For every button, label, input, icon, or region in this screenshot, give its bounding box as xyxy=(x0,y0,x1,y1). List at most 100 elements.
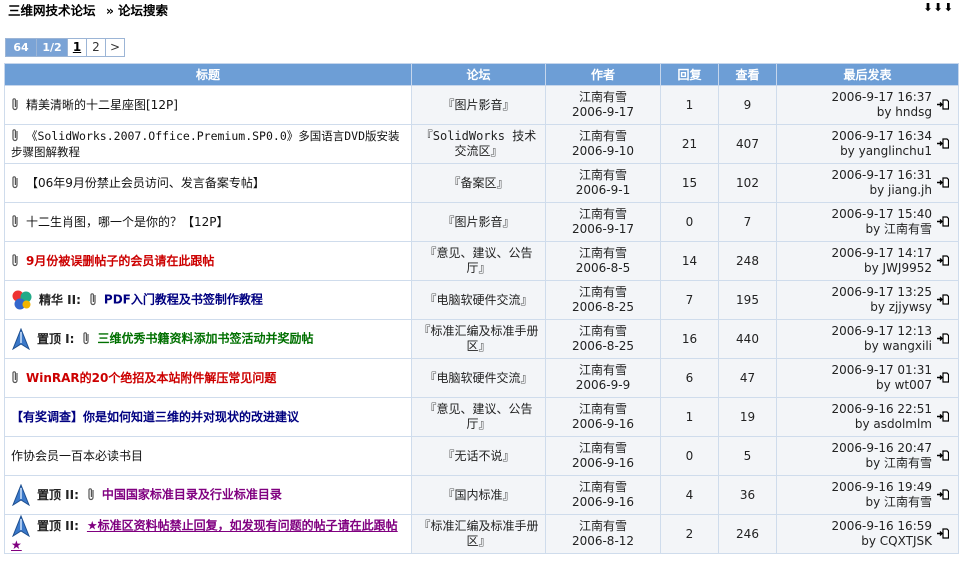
forum-link[interactable]: 『SolidWorks 技术交流区』 xyxy=(411,124,546,164)
page-link-2[interactable]: 2 xyxy=(86,38,106,57)
forum-link[interactable]: 『无话不说』 xyxy=(411,436,546,476)
thread-title-link[interactable]: 9月份被误删帖子的会员请在此跟帖 xyxy=(26,254,214,268)
view-count: 407 xyxy=(718,124,777,164)
forum-link[interactable]: 『标准汇编及标准手册区』 xyxy=(411,319,546,359)
last-post-time[interactable]: 2006-9-17 13:25 xyxy=(781,285,933,300)
author-link[interactable]: 江南有雪 xyxy=(550,285,656,300)
go-last-post-icon[interactable] xyxy=(937,255,949,266)
last-post-user[interactable]: by asdolmlm xyxy=(781,417,932,432)
post-date: 2006-9-16 xyxy=(571,456,635,470)
author-link[interactable]: 江南有雪 xyxy=(550,90,656,105)
post-date: 2006-8-25 xyxy=(571,339,635,353)
thread-title-link[interactable]: 中国国家标准目录及行业标准目录 xyxy=(102,488,282,502)
last-post-user[interactable]: by zjjywsy xyxy=(781,300,932,315)
last-post-time[interactable]: 2006-9-17 16:37 xyxy=(781,90,933,105)
last-post-time[interactable]: 2006-9-16 19:49 xyxy=(781,480,933,495)
reply-count: 0 xyxy=(660,436,719,476)
go-last-post-icon[interactable] xyxy=(937,411,949,422)
last-post-user[interactable]: by JWJ9952 xyxy=(781,261,932,276)
jump-to-bottom-icon[interactable]: ⬇⬇⬇ xyxy=(923,1,954,14)
go-last-post-icon[interactable] xyxy=(937,177,949,188)
cell-last-post: 2006-9-17 14:17 by JWJ9952 xyxy=(776,241,959,281)
forum-link[interactable]: 『备案区』 xyxy=(411,163,546,203)
last-post-user[interactable]: by wt007 xyxy=(781,378,932,393)
forum-link[interactable]: 『电脑软硬件交流』 xyxy=(411,358,546,398)
last-post-user[interactable]: by hndsg xyxy=(781,105,932,120)
last-post-user[interactable]: by CQXTJSK xyxy=(781,534,932,549)
table-row: 置顶 I: 三维优秀书籍资料添加书签活动并奖励帖 『标准汇编及标准手册区』 江南有… xyxy=(4,319,959,359)
author-link[interactable]: 江南有雪 xyxy=(550,441,656,456)
thread-title-link[interactable]: 精美清晰的十二星座图[12P] xyxy=(26,98,178,112)
last-post-user[interactable]: by yanglinchu1 xyxy=(781,144,932,159)
last-post-user[interactable]: by 江南有雪 xyxy=(781,222,932,237)
last-post-time[interactable]: 2006-9-17 01:31 xyxy=(781,363,933,378)
last-post-time[interactable]: 2006-9-17 12:13 xyxy=(781,324,933,339)
cell-author: 江南有雪 2006-9-16 xyxy=(545,397,661,437)
author-link[interactable]: 江南有雪 xyxy=(550,129,656,144)
last-post-user[interactable]: by wangxili xyxy=(781,339,932,354)
cell-last-post: 2006-9-16 19:49 by 江南有雪 xyxy=(776,475,959,515)
forum-link[interactable]: 『国内标准』 xyxy=(411,475,546,515)
author-link[interactable]: 江南有雪 xyxy=(550,519,656,534)
paperclip-icon xyxy=(88,487,94,500)
last-post-time[interactable]: 2006-9-16 16:59 xyxy=(781,519,933,534)
go-last-post-icon[interactable] xyxy=(937,99,949,110)
page-next-button[interactable]: > xyxy=(105,38,125,57)
view-count: 9 xyxy=(718,85,777,125)
page-indicator: 1/2 xyxy=(36,38,68,57)
cell-author: 江南有雪 2006-9-10 xyxy=(545,124,661,164)
last-post-time[interactable]: 2006-9-17 16:34 xyxy=(781,129,933,144)
cell-last-post: 2006-9-17 16:34 by yanglinchu1 xyxy=(776,124,959,164)
go-last-post-icon[interactable] xyxy=(937,333,949,344)
thread-title-link[interactable]: PDF入门教程及书签制作教程 xyxy=(104,293,263,307)
author-link[interactable]: 江南有雪 xyxy=(550,480,656,495)
go-last-post-icon[interactable] xyxy=(937,450,949,461)
thread-title-link[interactable]: 【06年9月份禁止会员访问、发言备案专帖】 xyxy=(26,176,265,190)
breadcrumb-forum-link[interactable]: 三维网技术论坛 xyxy=(8,3,96,18)
last-post-time[interactable]: 2006-9-16 22:51 xyxy=(781,402,933,417)
go-last-post-icon[interactable] xyxy=(937,489,949,500)
cell-last-post: 2006-9-17 13:25 by zjjywsy xyxy=(776,280,959,320)
last-post-time[interactable]: 2006-9-17 14:17 xyxy=(781,246,933,261)
go-last-post-icon[interactable] xyxy=(937,294,949,305)
last-post-time[interactable]: 2006-9-16 20:47 xyxy=(781,441,933,456)
thread-title-link[interactable]: 三维优秀书籍资料添加书签活动并奖励帖 xyxy=(97,332,313,346)
forum-link[interactable]: 『图片影音』 xyxy=(411,85,546,125)
author-link[interactable]: 江南有雪 xyxy=(550,402,656,417)
last-post-time[interactable]: 2006-9-17 16:31 xyxy=(781,168,933,183)
author-link[interactable]: 江南有雪 xyxy=(550,363,656,378)
cell-author: 江南有雪 2006-9-17 xyxy=(545,85,661,125)
table-row: 【06年9月份禁止会员访问、发言备案专帖】 『备案区』 江南有雪 2006-9-1… xyxy=(4,163,959,203)
last-post-user[interactable]: by 江南有雪 xyxy=(781,456,932,471)
thread-title-link[interactable]: 《SolidWorks.2007.Office.Premium.SP0.0》多国… xyxy=(11,129,400,159)
thread-title-link[interactable]: 十二生肖图，哪一个是你的？【12P】 xyxy=(26,215,229,229)
cell-author: 江南有雪 2006-9-16 xyxy=(545,475,661,515)
sticky-icon xyxy=(12,328,30,350)
reply-count: 1 xyxy=(660,85,719,125)
go-last-post-icon[interactable] xyxy=(937,528,949,539)
forum-link[interactable]: 『意见、建议、公告厅』 xyxy=(411,241,546,281)
forum-link[interactable]: 『意见、建议、公告厅』 xyxy=(411,397,546,437)
thread-title-link[interactable]: WinRAR的20个绝招及本站附件解压常见问题 xyxy=(26,371,276,385)
thread-title-link[interactable]: 【有奖调查】你是如何知道三维的并对现状的改进建议 xyxy=(11,410,299,424)
forum-link[interactable]: 『图片影音』 xyxy=(411,202,546,242)
last-post-user[interactable]: by 江南有雪 xyxy=(781,495,932,510)
cell-last-post: 2006-9-16 22:51 by asdolmlm xyxy=(776,397,959,437)
author-link[interactable]: 江南有雪 xyxy=(550,168,656,183)
go-last-post-icon[interactable] xyxy=(937,138,949,149)
cell-author: 江南有雪 2006-9-17 xyxy=(545,202,661,242)
view-count: 195 xyxy=(718,280,777,320)
forum-link[interactable]: 『电脑软硬件交流』 xyxy=(411,280,546,320)
view-count: 440 xyxy=(718,319,777,359)
go-last-post-icon[interactable] xyxy=(937,372,949,383)
author-link[interactable]: 江南有雪 xyxy=(550,246,656,261)
author-link[interactable]: 江南有雪 xyxy=(550,207,656,222)
go-last-post-icon[interactable] xyxy=(937,216,949,227)
last-post-user[interactable]: by jiang.jh xyxy=(781,183,932,198)
thread-title-link[interactable]: 作协会员一百本必读书目 xyxy=(11,449,143,463)
table-row: 精美清晰的十二星座图[12P] 『图片影音』 江南有雪 2006-9-17 1 9… xyxy=(4,85,959,125)
forum-link[interactable]: 『标准汇编及标准手册区』 xyxy=(411,514,546,554)
last-post-time[interactable]: 2006-9-17 15:40 xyxy=(781,207,933,222)
table-row: 9月份被误删帖子的会员请在此跟帖 『意见、建议、公告厅』 江南有雪 2006-8-… xyxy=(4,241,959,281)
author-link[interactable]: 江南有雪 xyxy=(550,324,656,339)
